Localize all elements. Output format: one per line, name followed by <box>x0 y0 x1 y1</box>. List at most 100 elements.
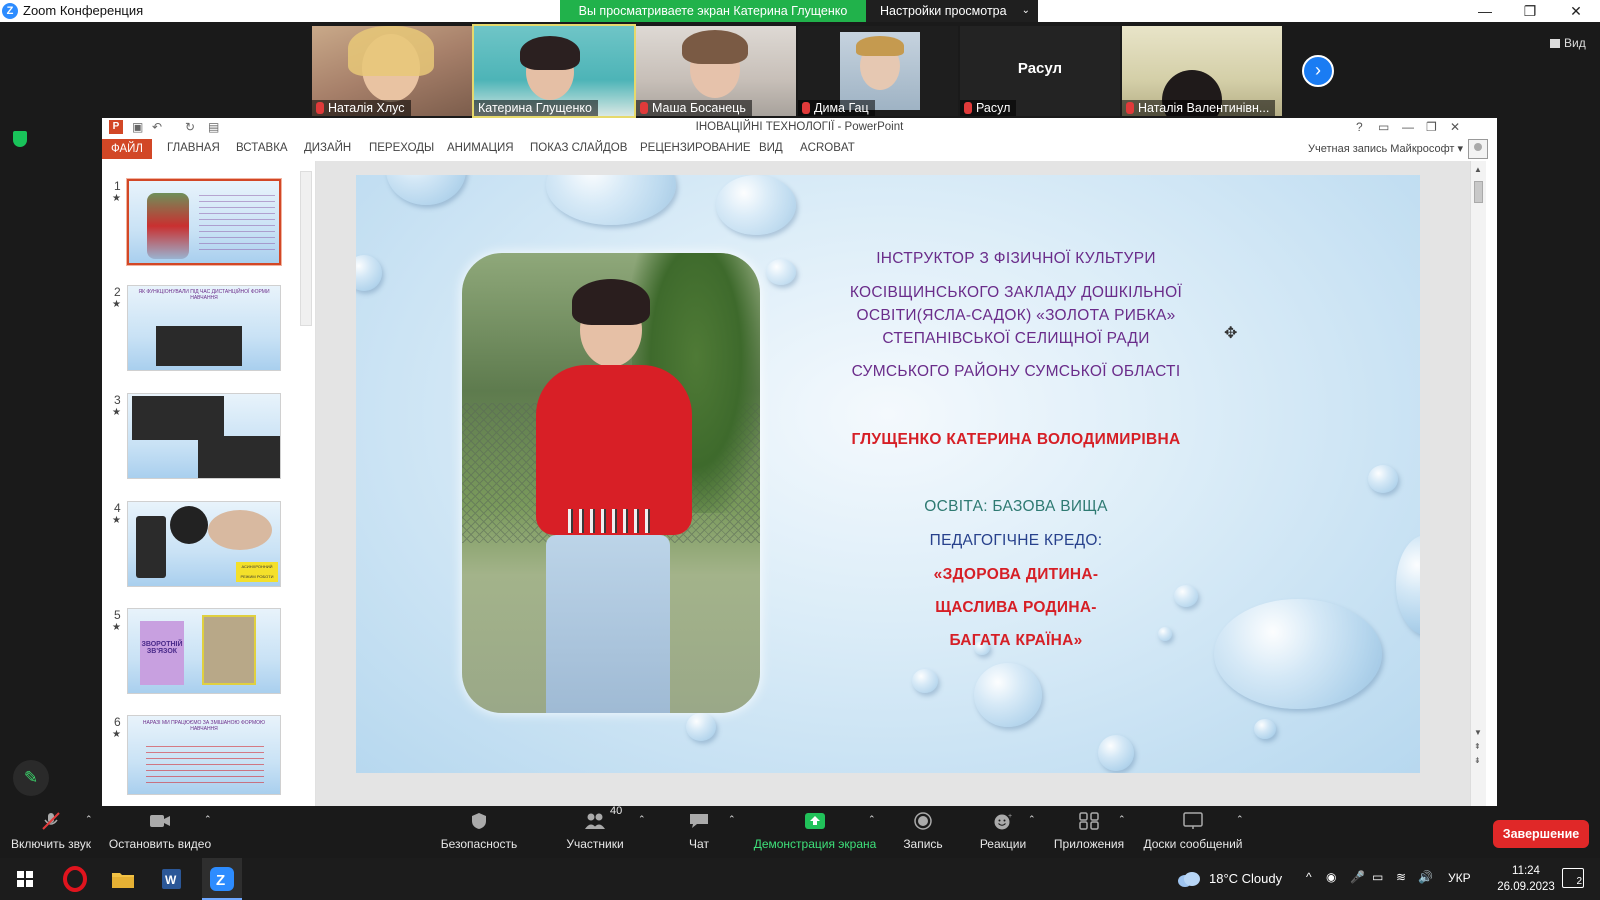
slide-line-credo-2: ЩАСЛИВА РОДИНА- <box>935 599 1097 616</box>
tab-slideshow[interactable]: ПОКАЗ СЛАЙДОВ <box>530 142 627 154</box>
participant-tile[interactable]: Наталія Хлус <box>312 26 472 116</box>
video-options-caret[interactable]: ⌃ <box>204 814 212 825</box>
participant-name: Маша Босанець <box>652 101 746 115</box>
tab-home[interactable]: ГЛАВНАЯ <box>167 142 220 154</box>
tab-transitions[interactable]: ПЕРЕХОДЫ <box>369 142 434 154</box>
avatar[interactable] <box>1468 139 1488 159</box>
participant-tile[interactable]: Дима Гац <box>798 26 958 116</box>
share-screen-button[interactable]: Демонстрация экрана <box>750 806 880 858</box>
slide-thumbnail-6[interactable]: НАРАЗІ МИ ПРАЦЮЄМО ЗА ЗМІШАНОЮ ФОРМОЮ НА… <box>127 715 281 795</box>
mic-muted-icon <box>1126 102 1134 114</box>
weather-text[interactable]: 18°C Cloudy <box>1209 871 1282 886</box>
annotate-pen-button[interactable]: ✎ <box>13 760 49 796</box>
participant-tile[interactable]: Наталія Валентинівн... <box>1122 26 1282 116</box>
chevron-up-icon[interactable]: ^ <box>1306 870 1312 884</box>
ppt-close-button[interactable]: ✕ <box>1450 120 1460 134</box>
opera-browser-icon[interactable] <box>60 864 90 894</box>
apps-button[interactable]: Приложения <box>1050 806 1128 858</box>
water-drop-decoration <box>912 669 938 693</box>
reactions-options-caret[interactable]: ⌃ <box>1028 814 1036 825</box>
word-app-icon[interactable]: W <box>156 864 186 894</box>
view-button[interactable]: Вид <box>1550 36 1586 50</box>
encryption-shield-icon[interactable] <box>13 131 27 147</box>
ribbon-tabs: ФАЙЛ ГЛАВНАЯ ВСТАВКА ДИЗАЙН ПЕРЕХОДЫ АНИ… <box>102 138 1497 160</box>
scrollbar-thumb[interactable] <box>1474 181 1483 203</box>
animation-star-icon: ★ <box>112 407 121 418</box>
security-label: Безопасность <box>440 837 518 851</box>
slide-line-institution: КОСІВЩИНСЬКОГО ЗАКЛАДУ ДОШКІЛЬНОЇ <box>849 284 1183 301</box>
close-button[interactable]: ✕ <box>1556 1 1596 21</box>
svg-text:Z: Z <box>216 872 225 889</box>
security-shield-icon <box>472 813 486 829</box>
clock-date: 26.09.2023 <box>1497 881 1555 893</box>
tab-review[interactable]: РЕЦЕНЗИРОВАНИЕ <box>640 142 751 154</box>
notifications-icon[interactable]: 2 <box>1562 868 1584 888</box>
clock[interactable]: 11:24 26.09.2023 <box>1484 863 1568 895</box>
microphone-icon[interactable]: 🎤 <box>1350 870 1365 884</box>
instructor-photo <box>462 253 760 713</box>
scroll-down-icon[interactable]: ▼ <box>1474 728 1482 737</box>
slide-thumbnail-1[interactable] <box>126 178 282 266</box>
ribbon-display-icon[interactable]: ▭ <box>1378 120 1389 134</box>
end-meeting-button[interactable]: Завершение <box>1493 820 1589 848</box>
whiteboards-options-caret[interactable]: ⌃ <box>1236 814 1244 825</box>
powerpoint-window: P ▣ ↶ ↻ ▤ ІНОВАЦІЙНІ ТЕХНОЛОГІЇ - PowerP… <box>102 118 1497 806</box>
battery-icon[interactable]: ▭ <box>1372 870 1383 884</box>
share-options-caret[interactable]: ⌃ <box>868 814 876 825</box>
previous-slide-icon[interactable]: ⇞ <box>1474 742 1481 751</box>
apps-label: Приложения <box>1053 837 1125 851</box>
participant-hair <box>682 30 748 64</box>
zoom-app-icon[interactable]: Z <box>207 864 237 894</box>
wifi-icon[interactable]: ≋ <box>1396 870 1406 884</box>
record-button[interactable]: Запись <box>888 806 958 858</box>
participant-tile-active-speaker[interactable]: Катерина Глущенко <box>472 24 636 118</box>
chat-options-caret[interactable]: ⌃ <box>728 814 736 825</box>
water-drop-decoration <box>1254 719 1276 739</box>
slide-scrollbar[interactable]: ▲ ▼ ⇞ ⇟ <box>1470 161 1486 806</box>
help-icon[interactable]: ? <box>1356 120 1363 134</box>
tab-acrobat[interactable]: ACROBAT <box>800 142 855 154</box>
volume-icon[interactable]: 🔊 <box>1418 870 1433 884</box>
tab-file[interactable]: ФАЙЛ <box>102 139 152 159</box>
account-menu[interactable]: Учетная запись Майкрософт ▾ <box>1308 142 1463 155</box>
windows-start-icon[interactable] <box>10 864 40 894</box>
thumbnails-scrollbar[interactable] <box>300 171 312 326</box>
zoom-title-bar: Z Zoom Конференция Вы просматриваете экр… <box>0 0 1600 22</box>
slide-thumbnail-2[interactable]: ЯК ФУНКЦІОНУВАЛИ ПІД ЧАС ДИСТАНЦІЙНОЇ ФО… <box>127 285 281 371</box>
apps-options-caret[interactable]: ⌃ <box>1118 814 1126 825</box>
whiteboards-button[interactable]: Доски сообщений <box>1138 806 1248 858</box>
audio-options-caret[interactable]: ⌃ <box>85 814 93 825</box>
tab-animation[interactable]: АНИМАЦИЯ <box>447 142 514 154</box>
water-drop-decoration <box>974 663 1042 727</box>
participants-options-caret[interactable]: ⌃ <box>638 814 646 825</box>
gallery-next-button[interactable]: › <box>1302 55 1334 87</box>
tab-view[interactable]: ВИД <box>759 142 783 154</box>
slide-canvas[interactable]: ІНСТРУКТОР З ФІЗИЧНОЇ КУЛЬТУРИ КОСІВЩИНС… <box>356 175 1420 773</box>
keyboard-language[interactable]: УКР <box>1448 871 1471 885</box>
ppt-minimize-button[interactable]: — <box>1402 120 1414 134</box>
security-button[interactable]: Безопасность <box>436 806 522 858</box>
slide-thumbnails-panel: 1 ★ 2 ★ ЯК ФУНКЦІОНУВАЛИ ПІД ЧАС ДИСТАНЦ… <box>102 161 316 806</box>
stop-video-label: Остановить видео <box>108 837 212 851</box>
tab-design[interactable]: ДИЗАЙН <box>304 142 351 154</box>
ppt-restore-button[interactable]: ❐ <box>1426 120 1437 134</box>
view-settings-button[interactable]: Настройки просмотра ⌄ <box>866 0 1038 22</box>
file-explorer-icon[interactable] <box>108 864 138 894</box>
scroll-up-icon[interactable]: ▲ <box>1474 165 1482 174</box>
participant-tile[interactable]: Маша Босанець <box>636 26 796 116</box>
participants-count: 40 <box>610 805 623 817</box>
restore-button[interactable]: ❐ <box>1510 1 1550 21</box>
participants-button[interactable]: 40 Участники <box>552 805 638 858</box>
tab-insert[interactable]: ВСТАВКА <box>236 142 288 154</box>
slide-thumbnail-5[interactable]: ЗВОРОТНІЙ ЗВ'ЯЗОК <box>127 608 281 694</box>
participant-tile[interactable]: Расул Расул <box>960 26 1120 116</box>
slide-thumbnail-4[interactable]: АСИНХРОННИЙ РЕЖИМ РОБОТИ <box>127 501 281 587</box>
stop-video-button[interactable]: Остановить видео <box>104 806 216 858</box>
next-slide-icon[interactable]: ⇟ <box>1474 756 1481 765</box>
thumb-image <box>202 615 256 685</box>
minimize-button[interactable]: — <box>1465 1 1505 21</box>
chat-button[interactable]: Чат <box>664 806 734 858</box>
meet-now-icon[interactable]: ◉ <box>1326 870 1336 884</box>
slide-thumbnail-3[interactable] <box>127 393 281 479</box>
slide-line-region: СУМСЬКОГО РАЙОНУ СУМСЬКОЇ ОБЛАСТІ <box>851 363 1181 380</box>
